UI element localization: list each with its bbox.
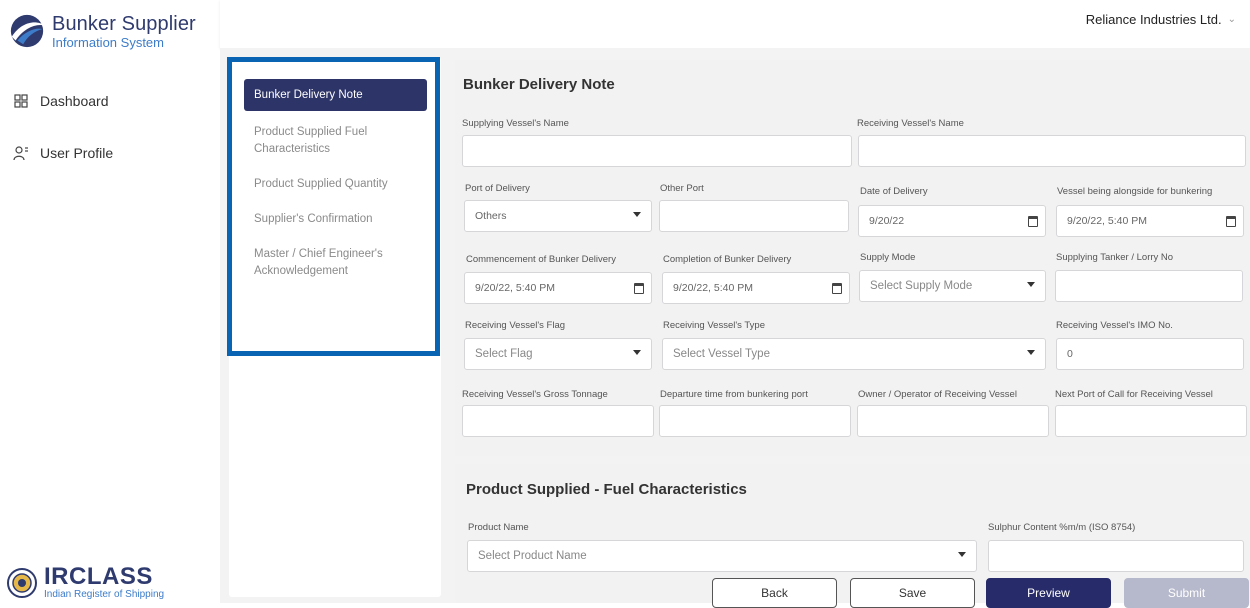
vessel-alongside-input[interactable]: 9/20/22, 5:40 PM — [1056, 205, 1244, 237]
supply-mode-value: Select Supply Mode — [870, 280, 973, 292]
gross-tonnage-input[interactable] — [462, 405, 654, 437]
brand-title: Bunker Supplier — [52, 12, 196, 35]
back-button[interactable]: Back — [712, 578, 837, 608]
nav-item-label: User Profile — [40, 145, 114, 161]
other-port-input[interactable] — [659, 200, 849, 232]
vessel-alongside-value: 9/20/22, 5:40 PM — [1067, 215, 1147, 227]
product-name-select[interactable]: Select Product Name — [467, 540, 977, 572]
dashboard-icon — [12, 92, 30, 110]
caret-down-icon — [633, 212, 641, 217]
caret-down-icon — [1027, 350, 1035, 355]
supply-mode-select[interactable]: Select Supply Mode — [859, 270, 1046, 302]
app-sidebar: Bunker Supplier Information System Dashb… — [0, 0, 220, 603]
commencement-input[interactable]: 9/20/22, 5:40 PM — [464, 272, 652, 304]
calendar-icon — [1028, 216, 1038, 227]
gross-tonnage-label: Receiving Vessel's Gross Tonnage — [462, 389, 608, 400]
sulphur-content-input[interactable] — [988, 540, 1244, 572]
flag-label: Receiving Vessel's Flag — [465, 320, 566, 331]
other-port-label: Other Port — [660, 183, 704, 194]
bunker-delivery-note-title: Bunker Delivery Note — [463, 76, 615, 93]
nav-item-dashboard[interactable]: Dashboard — [12, 88, 113, 114]
company-dropdown[interactable]: Reliance Industries Ltd. ⌄ — [1086, 12, 1236, 27]
calendar-icon — [1226, 216, 1236, 227]
submit-button[interactable]: Submit — [1124, 578, 1249, 608]
irclass-logo-subtitle: Indian Register of Shipping — [44, 589, 165, 600]
imo-no-input[interactable]: 0 — [1056, 338, 1244, 370]
caret-down-icon — [958, 552, 966, 557]
date-of-delivery-label: Date of Delivery — [860, 186, 928, 197]
brand-swoosh-icon — [10, 14, 45, 48]
fuel-characteristics-title: Product Supplied - Fuel Characteristics — [466, 481, 747, 498]
departure-time-input[interactable] — [659, 405, 851, 437]
vessel-type-value: Select Vessel Type — [673, 348, 770, 360]
commencement-value: 9/20/22, 5:40 PM — [475, 282, 555, 294]
main-nav: Dashboard User Profile — [12, 88, 113, 192]
owner-operator-label: Owner / Operator of Receiving Vessel — [858, 389, 1017, 400]
next-port-input[interactable] — [1055, 405, 1247, 437]
irclass-emblem-icon — [7, 567, 37, 598]
product-name-label: Product Name — [468, 522, 529, 533]
chevron-down-icon: ⌄ — [1227, 14, 1236, 25]
completion-input[interactable]: 9/20/22, 5:40 PM — [662, 272, 850, 304]
vessel-alongside-label: Vessel being alongside for bunkering — [1057, 186, 1213, 197]
port-of-delivery-label: Port of Delivery — [465, 183, 530, 194]
vessel-type-select[interactable]: Select Vessel Type — [662, 338, 1046, 370]
save-button[interactable]: Save — [850, 578, 975, 608]
section-highlight-box — [227, 57, 440, 356]
commencement-label: Commencement of Bunker Delivery — [466, 254, 616, 265]
date-of-delivery-input[interactable]: 9/20/22 — [858, 205, 1046, 237]
tanker-no-input[interactable] — [1055, 270, 1243, 302]
brand-logo[interactable]: Bunker Supplier Information System — [8, 12, 196, 50]
date-of-delivery-value: 9/20/22 — [869, 215, 905, 227]
preview-button[interactable]: Preview — [986, 578, 1111, 608]
supplying-vessel-name-input[interactable] — [462, 135, 852, 167]
port-of-delivery-select[interactable]: Others — [464, 200, 652, 232]
tanker-no-label: Supplying Tanker / Lorry No — [1056, 252, 1174, 263]
brand-subtitle: Information System — [52, 34, 164, 50]
nav-item-label: Dashboard — [40, 93, 109, 109]
calendar-icon — [634, 283, 644, 294]
next-port-label: Next Port of Call for Receiving Vessel — [1055, 389, 1213, 400]
completion-label: Completion of Bunker Delivery — [663, 254, 792, 265]
irclass-logo: IRCLASS Indian Register of Shipping — [6, 565, 164, 600]
product-name-value: Select Product Name — [478, 550, 587, 562]
top-bar: Reliance Industries Ltd. ⌄ — [220, 0, 1250, 48]
completion-value: 9/20/22, 5:40 PM — [673, 282, 753, 294]
sulphur-content-label: Sulphur Content %m/m (ISO 8754) — [988, 522, 1136, 533]
port-of-delivery-value: Others — [475, 210, 507, 222]
vessel-type-label: Receiving Vessel's Type — [663, 320, 765, 331]
owner-operator-input[interactable] — [857, 405, 1049, 437]
user-profile-icon — [12, 144, 30, 162]
departure-time-label: Departure time from bunkering port — [660, 389, 808, 400]
caret-down-icon — [633, 350, 641, 355]
caret-down-icon — [1027, 282, 1035, 287]
supplying-vessel-name-label: Supplying Vessel's Name — [462, 118, 569, 129]
receiving-vessel-name-input[interactable] — [858, 135, 1246, 167]
nav-item-user-profile[interactable]: User Profile — [12, 140, 113, 166]
flag-value: Select Flag — [475, 348, 533, 360]
supply-mode-label: Supply Mode — [860, 252, 916, 263]
receiving-vessel-name-label: Receiving Vessel's Name — [857, 118, 964, 129]
flag-select[interactable]: Select Flag — [464, 338, 652, 370]
calendar-icon — [832, 283, 842, 294]
irclass-logo-text: IRCLASS — [44, 563, 153, 590]
imo-no-label: Receiving Vessel's IMO No. — [1056, 320, 1173, 331]
company-name: Reliance Industries Ltd. — [1085, 12, 1222, 27]
